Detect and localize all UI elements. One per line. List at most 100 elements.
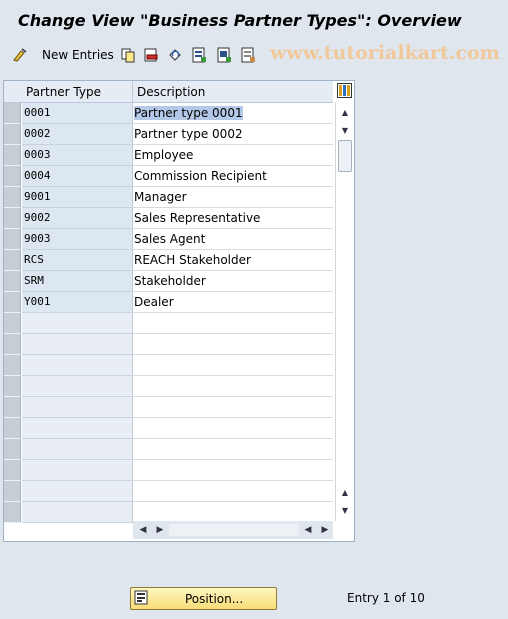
- partner-type-cell: [22, 439, 133, 460]
- partner-type-value: 9002: [24, 211, 51, 224]
- row-selector[interactable]: [4, 355, 21, 376]
- description-cell[interactable]: [133, 418, 333, 439]
- row-selector[interactable]: [4, 271, 21, 292]
- column-header-partner-type[interactable]: Partner Type: [22, 81, 133, 103]
- row-selector[interactable]: [4, 481, 21, 502]
- row-selector[interactable]: [4, 376, 21, 397]
- description-cell[interactable]: [133, 460, 333, 481]
- description-cell[interactable]: REACH Stakeholder: [133, 250, 333, 271]
- scroll-left-arrow-icon[interactable]: ◀: [303, 524, 313, 536]
- description-cell[interactable]: Partner type 0002: [133, 124, 333, 145]
- table-row: 9001 Manager: [4, 187, 334, 208]
- copy-icon[interactable]: [119, 46, 137, 64]
- column-header-label: Description: [137, 85, 206, 99]
- entry-counter: Entry 1 of 10: [347, 591, 425, 605]
- partner-type-cell[interactable]: 0004: [22, 166, 133, 187]
- partner-type-cell: [22, 481, 133, 502]
- table-row: RCS REACH Stakeholder: [4, 250, 334, 271]
- partner-type-cell[interactable]: 9001: [22, 187, 133, 208]
- partner-type-cell[interactable]: 0003: [22, 145, 133, 166]
- scroll-thumb[interactable]: [338, 140, 352, 172]
- partner-type-cell[interactable]: SRM: [22, 271, 133, 292]
- select-block-icon[interactable]: [215, 46, 233, 64]
- row-selector[interactable]: [4, 166, 21, 187]
- description-value: Employee: [134, 148, 194, 162]
- description-cell[interactable]: Sales Representative: [133, 208, 333, 229]
- scroll-right-arrow-icon[interactable]: ▶: [320, 524, 330, 536]
- undo-icon[interactable]: [166, 46, 184, 64]
- scroll-down-arrow-icon[interactable]: ▼: [340, 505, 350, 515]
- description-cell[interactable]: Dealer: [133, 292, 333, 313]
- table-row: [4, 397, 334, 418]
- row-selector[interactable]: [4, 334, 21, 355]
- description-cell[interactable]: [133, 376, 333, 397]
- row-selector[interactable]: [4, 418, 21, 439]
- position-button-label: Position...: [185, 592, 244, 606]
- description-cell[interactable]: Partner type 0001: [133, 103, 333, 124]
- partner-type-cell: [22, 376, 133, 397]
- description-cell[interactable]: Employee: [133, 145, 333, 166]
- partner-type-value: Y001: [24, 295, 51, 308]
- description-cell[interactable]: [133, 397, 333, 418]
- scroll-right-arrow-icon[interactable]: ▶: [155, 524, 165, 536]
- row-selector[interactable]: [4, 292, 21, 313]
- row-selector[interactable]: [4, 124, 21, 145]
- partner-type-cell[interactable]: RCS: [22, 250, 133, 271]
- horizontal-scrollbar[interactable]: ◀ ▶ ◀ ▶: [133, 521, 333, 539]
- partner-type-cell[interactable]: 0001: [22, 103, 133, 124]
- row-selector[interactable]: [4, 313, 21, 334]
- scroll-up-arrow-icon[interactable]: ▲: [340, 487, 350, 497]
- table-row: [4, 502, 334, 523]
- table-row: 0001 Partner type 0001: [4, 103, 334, 124]
- table-row: [4, 439, 334, 460]
- row-selector[interactable]: [4, 502, 21, 523]
- table-row: [4, 355, 334, 376]
- description-cell[interactable]: Commission Recipient: [133, 166, 333, 187]
- partner-type-value: 9003: [24, 232, 51, 245]
- table-settings-icon[interactable]: [337, 83, 352, 98]
- partner-type-cell[interactable]: 9003: [22, 229, 133, 250]
- description-cell[interactable]: [133, 313, 333, 334]
- delete-icon[interactable]: [142, 46, 160, 64]
- description-value: REACH Stakeholder: [134, 253, 251, 267]
- description-cell[interactable]: [133, 502, 333, 523]
- description-cell[interactable]: [133, 439, 333, 460]
- partner-type-value: RCS: [24, 253, 44, 266]
- scroll-left-arrow-icon[interactable]: ◀: [138, 524, 148, 536]
- row-selector[interactable]: [4, 229, 21, 250]
- row-selector[interactable]: [4, 397, 21, 418]
- row-selector[interactable]: [4, 187, 21, 208]
- description-cell[interactable]: Manager: [133, 187, 333, 208]
- description-value: Commission Recipient: [134, 169, 267, 183]
- table-row: 0004 Commission Recipient: [4, 166, 334, 187]
- description-cell[interactable]: [133, 481, 333, 502]
- partner-type-cell[interactable]: 9002: [22, 208, 133, 229]
- horizontal-scroll-track[interactable]: [169, 524, 299, 536]
- deselect-all-icon[interactable]: [239, 46, 257, 64]
- description-cell[interactable]: [133, 355, 333, 376]
- description-value: Partner type 0002: [134, 127, 243, 141]
- partner-type-cell[interactable]: 0002: [22, 124, 133, 145]
- row-selector[interactable]: [4, 439, 21, 460]
- table-row: [4, 460, 334, 481]
- page-title: Change View "Business Partner Types": Ov…: [18, 11, 462, 30]
- vertical-scrollbar[interactable]: ▲ ▼ ▲ ▼: [335, 102, 354, 521]
- row-selector[interactable]: [4, 250, 21, 271]
- row-selector[interactable]: [4, 460, 21, 481]
- scroll-up-arrow-icon[interactable]: ▲: [340, 107, 350, 117]
- description-cell[interactable]: [133, 334, 333, 355]
- edit-glasses-icon[interactable]: [11, 46, 29, 64]
- description-cell[interactable]: Stakeholder: [133, 271, 333, 292]
- description-cell[interactable]: Sales Agent: [133, 229, 333, 250]
- row-selector[interactable]: [4, 103, 21, 124]
- row-selector[interactable]: [4, 145, 21, 166]
- partner-type-cell: [22, 460, 133, 481]
- select-all-rows-cell[interactable]: [4, 81, 22, 103]
- column-header-description[interactable]: Description: [133, 81, 333, 103]
- partner-type-cell[interactable]: Y001: [22, 292, 133, 313]
- row-selector[interactable]: [4, 208, 21, 229]
- position-button[interactable]: Position...: [130, 587, 277, 610]
- scroll-down-arrow-icon[interactable]: ▼: [340, 125, 350, 135]
- select-all-icon[interactable]: [190, 46, 208, 64]
- new-entries-button[interactable]: New Entries: [42, 48, 114, 62]
